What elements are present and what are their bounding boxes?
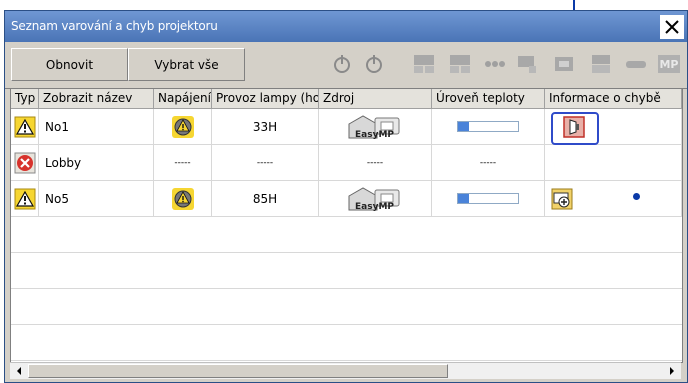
temperature-cell (432, 181, 545, 216)
temperature-bar (457, 121, 519, 132)
column-header-error-info[interactable]: Informace o chybě (545, 89, 682, 108)
mp-icon: MP (658, 55, 680, 73)
dvi-source-button[interactable] (587, 50, 615, 78)
lamp-hours-cell: 33H (212, 109, 319, 144)
error-icon (14, 152, 35, 173)
component-source-button[interactable] (513, 50, 541, 78)
power-cell (154, 181, 212, 216)
refresh-button[interactable]: Obnovit (11, 48, 128, 81)
scroll-thumb[interactable] (28, 364, 448, 378)
name-cell: No1 (39, 109, 154, 144)
temperature-fill (458, 122, 469, 131)
horizontal-scrollbar[interactable] (10, 362, 681, 379)
source-cell: ----- (319, 145, 432, 180)
lamp-hours-cell: ----- (212, 145, 319, 180)
warning-icon (14, 188, 35, 209)
type-cell (11, 181, 39, 216)
close-icon (665, 20, 679, 34)
computer-source-icon (414, 55, 434, 73)
projector-warning-window: Seznam varování a chyb projektoru Obnovi… (4, 10, 688, 383)
right-arrow-icon (670, 367, 674, 375)
scroll-right-button[interactable] (664, 364, 680, 378)
highlight-box (551, 112, 599, 145)
table-row-empty (11, 325, 682, 361)
error-info-cell (545, 145, 682, 180)
type-cell (11, 109, 39, 144)
close-button[interactable] (660, 15, 684, 39)
lamp-hours-cell: 85H (212, 181, 319, 216)
easymp-icon: EasyMP (348, 114, 400, 140)
error-info-cell (545, 181, 682, 216)
source-cell: EasyMP (319, 181, 432, 216)
dvi-source-icon (592, 55, 610, 73)
warning-icon (14, 116, 35, 137)
table-header: Typ Zobrazit název Napájení Provoz lampy… (11, 89, 682, 109)
mp-source-button[interactable]: MP (655, 50, 683, 78)
power-warning-icon (171, 115, 194, 138)
temperature-bar (457, 193, 519, 204)
table-row[interactable]: No5 85H EasyMP (11, 181, 682, 217)
toolbar: Obnovit Vybrat vše MP (5, 42, 687, 89)
name-cell: No5 (39, 181, 154, 216)
table-row-empty (11, 289, 682, 325)
column-header-lamp-hours[interactable]: Provoz lampy (hod) (212, 89, 319, 108)
network-error-icon (551, 188, 573, 209)
power-warning-icon (171, 187, 194, 210)
column-header-temperature[interactable]: Úroveň teploty (432, 89, 545, 108)
temperature-fill (458, 194, 469, 203)
select-all-button[interactable]: Vybrat vše (128, 48, 245, 81)
temperature-cell: ----- (432, 145, 545, 180)
video-source-button[interactable] (446, 50, 474, 78)
svideo-source-button[interactable] (481, 50, 509, 78)
annotation-dot (633, 193, 640, 200)
type-cell (11, 145, 39, 180)
svg-text:EasyMP: EasyMP (355, 130, 394, 140)
column-header-name[interactable]: Zobrazit název (39, 89, 154, 108)
temperature-cell (432, 109, 545, 144)
component-source-icon (518, 56, 536, 73)
window-title: Seznam varování a chyb projektoru (11, 19, 218, 33)
power-cell (154, 109, 212, 144)
table-row-empty (11, 253, 682, 289)
left-arrow-icon (17, 367, 21, 375)
column-header-source[interactable]: Zdroj (319, 89, 432, 108)
power-off-button[interactable] (360, 50, 388, 78)
column-header-power[interactable]: Napájení (154, 89, 212, 108)
column-header-type[interactable]: Typ (11, 89, 39, 108)
power-on-icon (334, 55, 350, 73)
computer-source-button[interactable] (410, 50, 438, 78)
monitor-source-button[interactable] (550, 50, 578, 78)
video-source-icon (450, 55, 470, 73)
projector-table: Typ Zobrazit název Napájení Provoz lampy… (10, 88, 683, 363)
power-cell: ----- (154, 145, 212, 180)
hdmi-source-button[interactable] (622, 50, 650, 78)
power-on-button[interactable] (328, 50, 356, 78)
power-off-icon (366, 55, 382, 73)
table-row[interactable]: Lobby ----- ----- ----- ----- (11, 145, 682, 181)
easymp-icon: EasyMP (348, 186, 400, 212)
title-bar: Seznam varování a chyb projektoru (5, 11, 687, 42)
name-cell: Lobby (39, 145, 154, 180)
table-row-empty (11, 217, 682, 253)
svideo-source-icon (485, 61, 505, 67)
source-cell: EasyMP (319, 109, 432, 144)
hdmi-source-icon (626, 61, 646, 68)
monitor-source-icon (555, 57, 573, 71)
scroll-left-button[interactable] (11, 364, 27, 378)
svg-text:EasyMP: EasyMP (355, 202, 394, 212)
